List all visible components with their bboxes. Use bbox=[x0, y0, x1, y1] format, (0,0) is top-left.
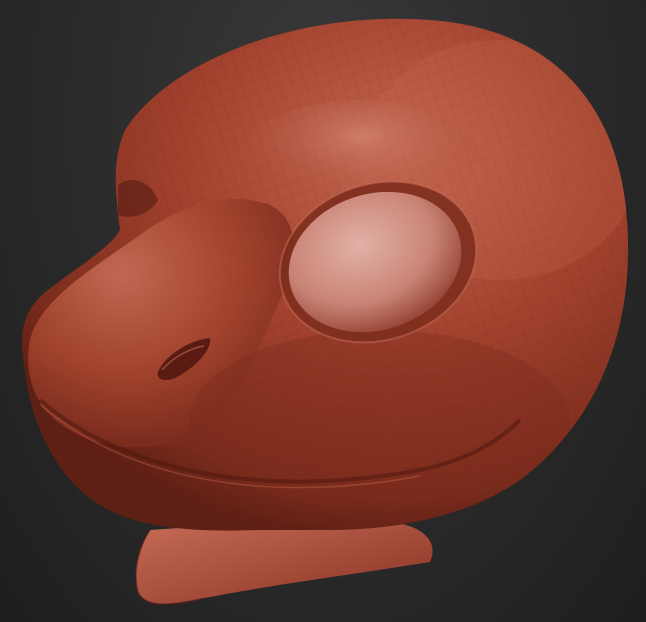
3d-viewport[interactable] bbox=[0, 0, 646, 622]
lower-jaw bbox=[135, 522, 433, 605]
sculpt-render bbox=[21, 18, 629, 605]
